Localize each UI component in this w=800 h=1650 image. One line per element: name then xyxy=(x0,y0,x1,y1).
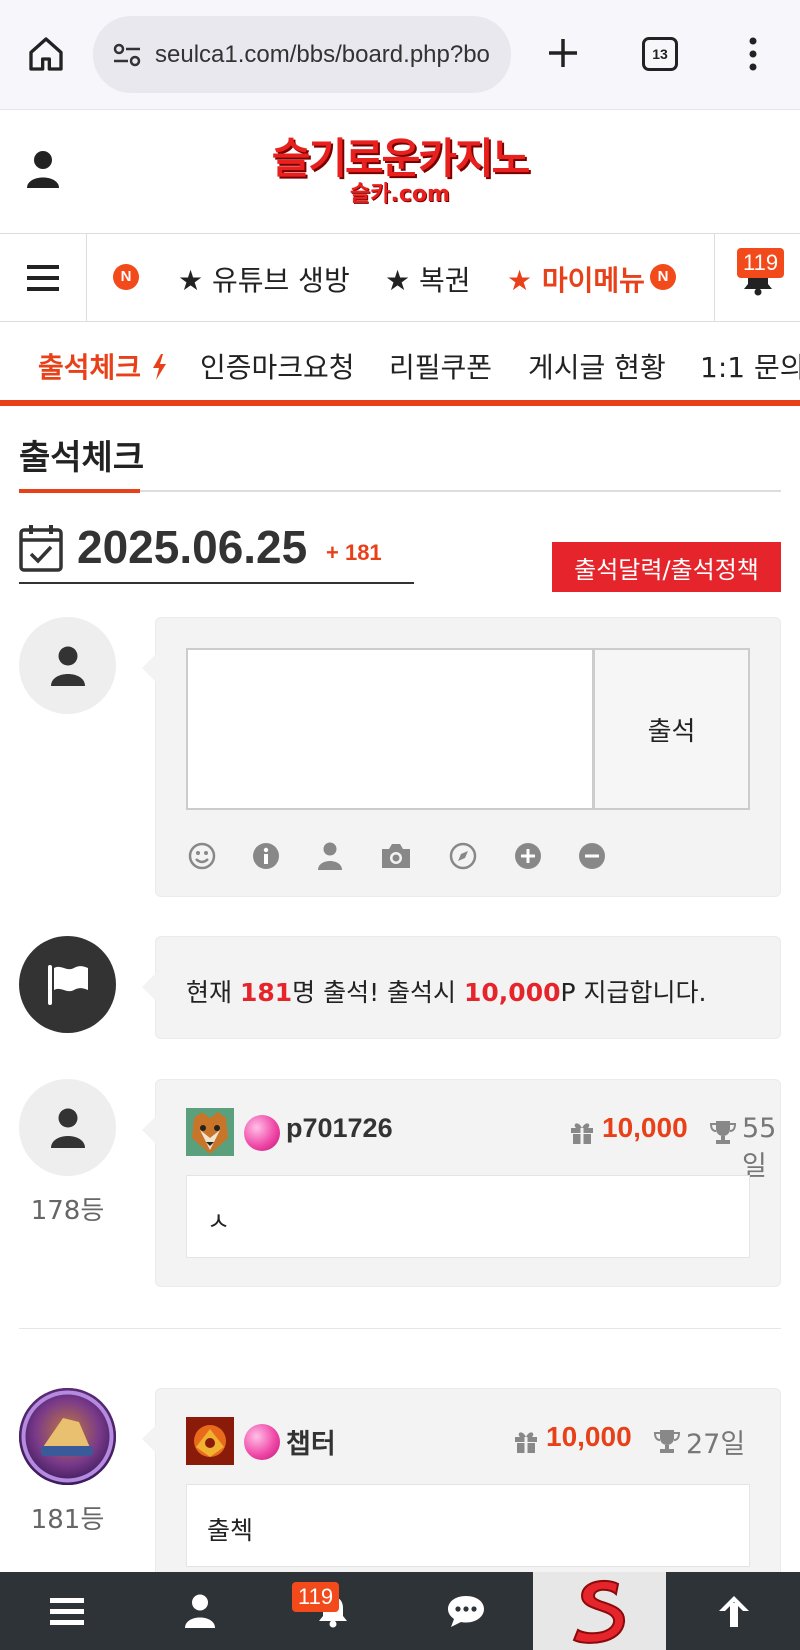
nav-item-lottery[interactable]: ★ 복권 xyxy=(385,259,471,299)
new-badge: N xyxy=(650,264,676,290)
attendance-days: 27일 xyxy=(686,1429,746,1460)
rank-label: 181등 xyxy=(30,1505,105,1535)
tab-post-status[interactable]: 게시글 현황 xyxy=(528,346,666,386)
trophy-icon xyxy=(710,1121,736,1144)
home-icon[interactable] xyxy=(22,30,70,78)
title-divider-accent xyxy=(19,489,140,493)
nav-item-my-menu[interactable]: ★ 마이메뉴 xyxy=(507,259,645,299)
zoom-out-icon[interactable] xyxy=(576,840,608,872)
bottom-site-logo-button[interactable] xyxy=(533,1572,666,1650)
entry-message: 출첵 xyxy=(186,1484,750,1567)
more-menu-icon[interactable] xyxy=(735,32,771,76)
bottom-user-button[interactable] xyxy=(133,1572,266,1650)
attendance-date: 2025.06.25 xyxy=(77,521,308,573)
notice-text: 현재 181명 출석! 출석시 10,000P 지급합니다. xyxy=(186,973,706,1009)
avatar xyxy=(19,1079,116,1176)
page-title: 출석체크 xyxy=(19,438,145,478)
scroll-top-button[interactable] xyxy=(667,1572,800,1650)
comment-textarea[interactable] xyxy=(186,648,594,810)
arrow-up-icon xyxy=(718,1596,749,1627)
primary-nav: N ★ 유튜브 생방 ★ 복권 ★ 마이메뉴 N 119 xyxy=(0,233,800,322)
logo-main-text: 슬기로운카지노 xyxy=(271,134,530,183)
profile-image[interactable] xyxy=(186,1108,234,1156)
emoticon-icon[interactable] xyxy=(186,840,218,872)
notice-suffix: P 지급합니다. xyxy=(560,978,707,1007)
nickname[interactable]: p701726 xyxy=(286,1113,393,1144)
level-orb-icon xyxy=(244,1115,280,1151)
flag-icon xyxy=(47,964,88,1005)
address-bar[interactable]: seulca1.com/bbs/board.php?bo xyxy=(93,16,511,93)
user-icon xyxy=(184,1594,215,1628)
user-icon[interactable] xyxy=(26,150,60,188)
secondary-nav: 출석체크 인증마크요청 리필쿠폰 게시글 현황 1:1 문의 xyxy=(0,322,800,406)
attendance-delta: + 181 xyxy=(326,540,382,565)
bottom-notification-button[interactable]: 119 xyxy=(266,1572,399,1650)
hamburger-menu-icon[interactable] xyxy=(0,234,87,321)
chat-icon xyxy=(447,1596,484,1627)
notice-prefix: 현재 xyxy=(186,978,240,1007)
bottom-nav-bar: 119 xyxy=(0,1572,800,1650)
notification-count-badge: 119 xyxy=(292,1582,340,1612)
entry-header: p701726 10,000 55일 xyxy=(186,1108,776,1182)
entry-points: 10,000 xyxy=(602,1112,688,1143)
bottom-chat-button[interactable] xyxy=(399,1572,532,1650)
gift-icon xyxy=(515,1432,537,1453)
attendance-composer: 출석 xyxy=(142,617,781,897)
attendance-notice: 현재 181명 출석! 출석시 10,000P 지급합니다. xyxy=(142,936,781,1039)
site-header: 슬기로운카지노 슬카.com xyxy=(0,110,800,233)
attendance-days: 55일 xyxy=(742,1113,777,1182)
user-icon xyxy=(50,646,85,686)
notification-button[interactable]: 119 xyxy=(714,234,800,321)
profile-image[interactable] xyxy=(186,1417,234,1465)
site-settings-icon[interactable] xyxy=(109,37,145,73)
info-icon[interactable] xyxy=(250,840,282,872)
rank-label: 178등 xyxy=(30,1196,105,1226)
nav-item-youtube-live[interactable]: ★ 유튜브 생방 xyxy=(178,259,350,299)
new-tab-icon[interactable] xyxy=(540,30,586,76)
profile-image xyxy=(19,1388,116,1485)
entry-header: 챕터 10,000 27일 xyxy=(186,1417,756,1465)
reward-points: 10,000 xyxy=(464,978,561,1007)
entry-divider xyxy=(19,1328,781,1329)
browser-toolbar: seulca1.com/bbs/board.php?bo 13 xyxy=(0,0,800,110)
url-text: seulca1.com/bbs/board.php?bo xyxy=(155,40,490,68)
new-badge: N xyxy=(113,264,139,290)
notice-mid: 명 출석! 출석시 xyxy=(292,978,465,1007)
nickname[interactable]: 챕터 xyxy=(286,1422,336,1461)
tab-attendance[interactable]: 출석체크 xyxy=(38,346,167,386)
zoom-in-icon[interactable] xyxy=(512,840,544,872)
lightning-icon xyxy=(152,354,166,380)
user-icon[interactable] xyxy=(314,840,346,872)
entry-message: ㅅ xyxy=(186,1175,750,1258)
flag-avatar xyxy=(19,936,116,1033)
entry-points: 10,000 xyxy=(546,1421,632,1452)
tab-cert-mark-request[interactable]: 인증마크요청 xyxy=(200,346,355,386)
calendar-check-icon xyxy=(19,525,63,572)
tab-refill-coupon[interactable]: 리필쿠폰 xyxy=(389,346,492,386)
avatar xyxy=(19,617,116,714)
tab-switcher-button[interactable]: 13 xyxy=(642,37,678,71)
trophy-icon xyxy=(654,1430,680,1453)
user-icon xyxy=(50,1108,85,1148)
bottom-menu-button[interactable] xyxy=(0,1572,133,1650)
logo-sub-text: 슬카.com xyxy=(350,182,450,207)
attendance-entry: 챕터 10,000 27일 출첵 xyxy=(142,1388,781,1588)
avatar xyxy=(19,1388,116,1485)
hamburger-menu-icon xyxy=(49,1598,84,1625)
attend-button[interactable]: 출석 xyxy=(593,648,750,810)
attendee-count: 181 xyxy=(239,978,293,1007)
calendar-policy-button[interactable]: 출석달력/출석정책 xyxy=(552,542,781,592)
site-logo[interactable]: 슬기로운카지노 슬카.com xyxy=(255,135,545,215)
tab-label: 출석체크 xyxy=(38,351,142,384)
gift-icon xyxy=(571,1123,593,1144)
compass-icon[interactable] xyxy=(447,840,479,872)
attendance-entry: p701726 10,000 55일 ㅅ xyxy=(142,1079,781,1287)
level-orb-icon xyxy=(244,1424,280,1460)
tab-inquiry[interactable]: 1:1 문의 xyxy=(700,346,800,386)
notification-count-badge: 119 xyxy=(737,248,785,278)
camera-icon[interactable] xyxy=(378,840,414,872)
date-header: 2025.06.25 + 181 xyxy=(19,518,414,584)
site-logo-icon xyxy=(572,1579,625,1644)
